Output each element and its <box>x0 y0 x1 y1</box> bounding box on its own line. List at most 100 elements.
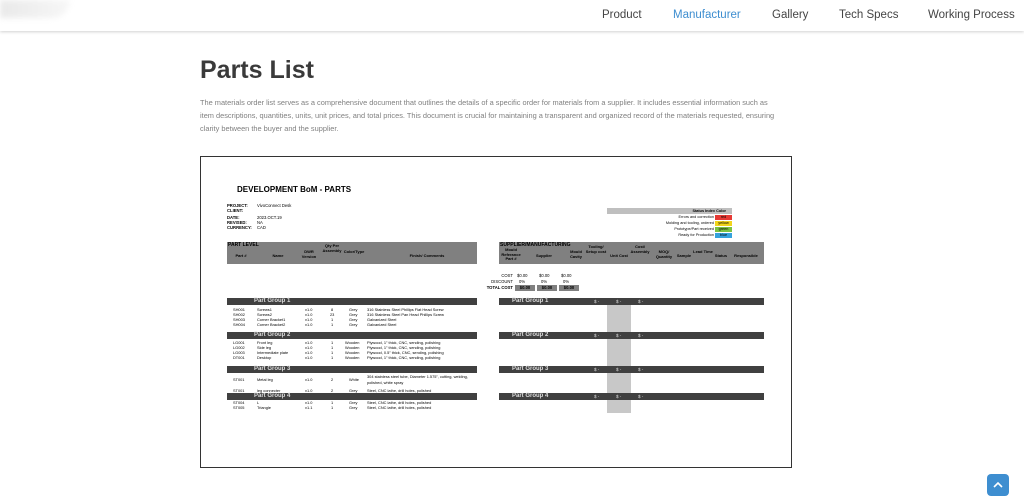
chevron-up-icon <box>993 481 1003 488</box>
cost-label: TOTAL COST <box>486 285 513 290</box>
column-header: Name <box>272 253 284 258</box>
page-description: The materials order list serves as a com… <box>200 98 775 133</box>
meta-value: CAD <box>257 225 266 230</box>
cost-value: $0.00 <box>559 285 579 291</box>
part-group-bar: Part Group 3 <box>227 366 477 373</box>
scroll-to-top-button[interactable] <box>987 474 1009 496</box>
cost-cell: $ - <box>594 367 600 372</box>
meta-key: CLIENT: <box>227 208 244 213</box>
status-label: Prototype/Part received <box>674 227 714 231</box>
cost-cell: $ - <box>638 299 644 304</box>
meta-key: CURRENCY: <box>227 225 252 230</box>
part-qty: 1 <box>331 355 334 360</box>
cost-value: $0.00 <box>561 273 572 278</box>
status-index-header: Status Index Color <box>692 209 726 213</box>
column-header: Cost/ Assembly <box>630 244 650 254</box>
column-header: Mould Cavity <box>569 249 582 259</box>
supplier-group-bar: Part Group 4 $ - $ - $ - <box>499 393 764 400</box>
supplier-group-bar: Part Group 1 $ - $ - $ - <box>499 298 764 305</box>
cost-cell: $ - <box>594 299 600 304</box>
cost-value: $0.00 <box>539 273 550 278</box>
part-color: Wooden <box>345 355 360 360</box>
part-number: ST005 <box>233 405 245 410</box>
cost-value: $0.00 <box>515 285 535 291</box>
cost-label: DISCOUNT <box>491 279 513 284</box>
part-color: Grey <box>349 405 358 410</box>
part-version: v1.0 <box>305 377 313 382</box>
part-version: v1.0 <box>305 322 313 327</box>
part-number: DT001 <box>233 355 245 360</box>
cost-cell: $ - <box>594 333 600 338</box>
column-header: DWR Version <box>301 249 317 259</box>
part-version: v1.1 <box>305 405 313 410</box>
part-level-title: PART LEVEL <box>228 242 259 248</box>
part-qty: 1 <box>331 322 334 327</box>
cost-cell: $ - <box>616 394 622 399</box>
page-title: Parts List <box>200 56 314 84</box>
cost-label: COST <box>501 273 513 278</box>
part-group-title: Part Group 2 <box>254 332 291 338</box>
status-label: Errors and correction <box>678 215 714 219</box>
nav-item-working-process[interactable]: Working Process <box>928 9 1015 21</box>
part-version: v1.0 <box>305 355 313 360</box>
nav-item-tech-specs[interactable]: Tech Specs <box>839 9 898 21</box>
part-finish: Steel, CNC lathe, drill holes, polished <box>367 405 432 410</box>
cost-value: $0.00 <box>537 285 557 291</box>
part-group-bar: Part Group 1 <box>227 298 477 305</box>
status-label: Ready for Production <box>678 233 714 237</box>
status-label: Molding and tooling, ordered <box>665 221 714 225</box>
part-group-title: Part Group 1 <box>254 298 291 304</box>
part-group-title: Part Group 4 <box>254 393 291 399</box>
supplier-group-title: Part Group 1 <box>512 298 549 304</box>
part-finish: Galvanized Steel <box>367 322 397 327</box>
supplier-group-title: Part Group 4 <box>512 393 549 399</box>
cost-value: $0.00 <box>517 273 528 278</box>
part-level-header: PART LEVEL Part # Name DWR Version Qty P… <box>227 242 477 264</box>
part-name: Corner Bracket2 <box>257 322 286 327</box>
column-header: Qty Per Assembly <box>322 243 342 253</box>
status-swatch-red: red <box>715 215 732 220</box>
part-color: Grey <box>349 322 358 327</box>
site-header: Product Manufacturer Gallery Tech Specs … <box>0 0 1024 31</box>
column-header: Color/Type <box>343 249 365 254</box>
cost-cell: $ - <box>594 394 600 399</box>
bom-title: DEVELOPMENT BoM - PARTS <box>237 185 352 194</box>
supplier-group-title: Part Group 2 <box>512 332 549 338</box>
column-header: Unit Cost <box>610 253 628 258</box>
column-header: Responsible <box>734 253 758 258</box>
site-logo[interactable] <box>0 0 70 18</box>
bom-spreadsheet: DEVELOPMENT BoM - PARTS PROJECT: VivoCon… <box>200 156 792 468</box>
cost-cell: $ - <box>616 367 622 372</box>
column-header: Sample <box>676 253 692 258</box>
part-number: SH004 <box>233 322 245 327</box>
cost-value: 0% <box>519 279 526 284</box>
column-header: Lead Time <box>693 249 713 254</box>
part-name: Metal leg <box>257 377 273 382</box>
cost-cell: $ - <box>638 367 644 372</box>
column-header: Mould Referance Part # <box>501 247 521 262</box>
column-header: Part # <box>235 253 247 258</box>
supplier-group-bar: Part Group 3 $ - $ - $ - <box>499 366 764 373</box>
status-index: Status Index Color Errors and correction… <box>607 208 732 239</box>
status-swatch-green: green <box>715 227 732 232</box>
status-swatch-yellow: yellow <box>715 221 732 226</box>
cost-cell: $ - <box>638 394 644 399</box>
part-qty: 1 <box>331 405 334 410</box>
supplier-group-bar: Part Group 2 $ - $ - $ - <box>499 332 764 339</box>
part-name: Triangle <box>257 405 271 410</box>
part-finish: 304 stainless steel tube, Diameter 1.575… <box>367 374 468 385</box>
nav-item-gallery[interactable]: Gallery <box>772 9 808 21</box>
part-color: White <box>349 377 359 382</box>
status-swatch-blue: blue <box>715 233 732 238</box>
supplier-group-title: Part Group 3 <box>512 366 549 372</box>
cost-cell: $ - <box>616 299 622 304</box>
supplier-header: SUPPLIER/MANUFACTURING Mould Referance P… <box>499 242 764 264</box>
part-group-title: Part Group 3 <box>254 366 291 372</box>
column-header: Finish/ Comments <box>409 253 445 258</box>
column-header: Status <box>714 253 728 258</box>
part-group-bar: Part Group 2 <box>227 332 477 339</box>
nav-item-product[interactable]: Product <box>602 9 642 21</box>
nav-item-manufacturer[interactable]: Manufacturer <box>673 9 741 21</box>
cost-cell: $ - <box>638 333 644 338</box>
column-header: Tooling/ Setup cost <box>585 244 607 254</box>
